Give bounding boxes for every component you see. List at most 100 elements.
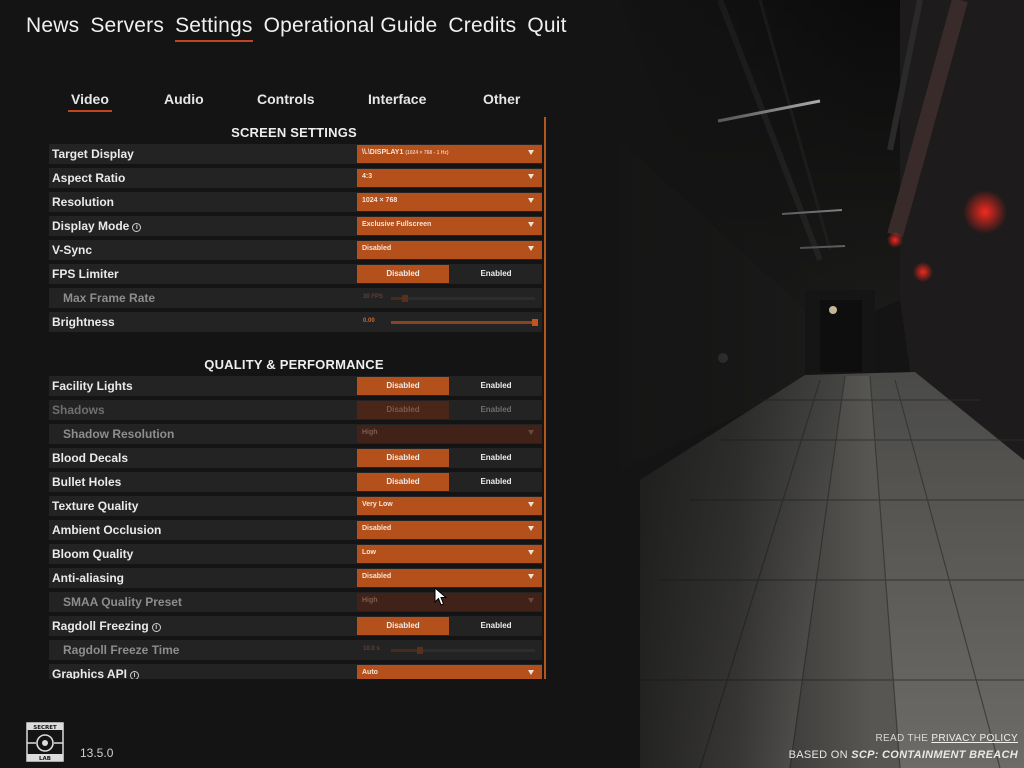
setting-label: Ragdoll Freeze Time — [63, 643, 180, 657]
slider-value: 0.00 — [363, 318, 375, 324]
nav-news[interactable]: News — [26, 14, 79, 41]
graphics-api-dropdown[interactable]: Auto — [357, 665, 542, 679]
option-enabled[interactable]: Enabled — [450, 473, 542, 491]
setting-label: Facility Lights — [52, 379, 133, 393]
tab-controls[interactable]: Controls — [257, 91, 315, 107]
dropdown-value: High — [362, 429, 378, 436]
version-label: 13.5.0 — [80, 746, 114, 760]
tab-other[interactable]: Other — [483, 91, 520, 107]
svg-text:LAB: LAB — [39, 756, 51, 762]
dropdown-value: Exclusive Fullscreen — [362, 221, 432, 228]
dropdown-value: 1024 × 768 — [362, 197, 398, 204]
nav-settings[interactable]: Settings — [175, 14, 254, 42]
nav-operational-guide[interactable]: Operational Guide — [264, 14, 438, 41]
chevron-down-icon — [528, 222, 534, 227]
settings-panel: Video Audio Controls Interface Other SCR… — [46, 85, 546, 679]
row-shadow-resolution: Shadow Resolution High — [49, 424, 542, 444]
chevron-down-icon — [528, 670, 534, 675]
dropdown-value: Disabled — [362, 245, 392, 252]
secret-lab-logo: SECRET LAB — [26, 722, 64, 762]
row-max-frame-rate: Max Frame Rate 30 FPS — [49, 288, 542, 308]
slider-handle[interactable] — [402, 295, 409, 302]
fps-limiter-toggle: Disabled Enabled — [357, 265, 542, 283]
shadows-toggle: Disabled Enabled — [357, 401, 542, 419]
slider-handle[interactable] — [416, 647, 423, 654]
dropdown-value: Auto — [362, 669, 378, 676]
setting-label: Bullet Holes — [52, 475, 122, 489]
display-mode-dropdown[interactable]: Exclusive Fullscreen — [357, 217, 542, 235]
chevron-down-icon — [528, 598, 534, 603]
svg-text:SECRET: SECRET — [33, 725, 57, 731]
setting-label: Resolution — [52, 195, 114, 209]
row-blood-decals: Blood Decals Disabled Enabled — [49, 448, 542, 468]
row-texture-quality: Texture Quality Very Low — [49, 496, 542, 516]
setting-label: Texture Quality — [52, 499, 139, 513]
slider-track — [391, 319, 538, 326]
anti-aliasing-dropdown[interactable]: Disabled — [357, 569, 542, 587]
chevron-down-icon — [528, 174, 534, 179]
option-enabled[interactable]: Enabled — [450, 617, 542, 635]
setting-label: Aspect Ratio — [52, 171, 126, 185]
tab-video[interactable]: Video — [68, 91, 112, 112]
privacy-policy-link[interactable]: PRIVACY POLICY — [931, 733, 1018, 744]
dropdown-value: Very Low — [362, 501, 393, 508]
bloom-quality-dropdown[interactable]: Low — [357, 545, 542, 563]
info-icon[interactable]: i — [132, 223, 142, 232]
section-screen-settings: SCREEN SETTINGS — [231, 125, 357, 140]
shadow-resolution-dropdown[interactable]: High — [357, 425, 542, 443]
dropdown-value: Low — [362, 549, 376, 556]
info-icon[interactable]: i — [129, 671, 139, 679]
nav-servers[interactable]: Servers — [90, 14, 164, 41]
option-enabled[interactable]: Enabled — [450, 265, 542, 283]
row-fps-limiter: FPS Limiter Disabled Enabled — [49, 264, 542, 284]
option-disabled[interactable]: Disabled — [357, 401, 449, 419]
option-disabled[interactable]: Disabled — [357, 265, 449, 283]
scrollbar[interactable] — [544, 117, 546, 679]
dropdown-value: High — [362, 597, 378, 604]
dropdown-value: Disabled — [362, 573, 392, 580]
slider-handle[interactable] — [532, 319, 538, 326]
privacy-notice: READ THE PRIVACY POLICY — [875, 733, 1018, 744]
tab-audio[interactable]: Audio — [164, 91, 204, 107]
setting-label: V-Sync — [52, 243, 93, 257]
option-enabled[interactable]: Enabled — [450, 449, 542, 467]
facility-lights-toggle: Disabled Enabled — [357, 377, 542, 395]
option-enabled[interactable]: Enabled — [450, 377, 542, 395]
row-brightness: Brightness 0.00 — [49, 312, 542, 332]
based-on-label: BASED ON SCP: CONTAINMENT BREACH — [789, 749, 1018, 761]
resolution-dropdown[interactable]: 1024 × 768 — [357, 193, 542, 211]
vsync-dropdown[interactable]: Disabled — [357, 241, 542, 259]
dropdown-value: 4:3 — [362, 173, 373, 180]
info-icon[interactable]: i — [151, 623, 161, 632]
option-disabled[interactable]: Disabled — [357, 449, 449, 467]
nav-credits[interactable]: Credits — [448, 14, 516, 41]
game-name: SCP: CONTAINMENT BREACH — [851, 749, 1018, 761]
row-anti-aliasing: Anti-aliasing Disabled — [49, 568, 542, 588]
setting-label: Brightness — [52, 315, 115, 329]
nav-quit[interactable]: Quit — [527, 14, 566, 41]
section-quality-performance: QUALITY & PERFORMANCE — [204, 357, 384, 372]
option-disabled[interactable]: Disabled — [357, 617, 449, 635]
row-smaa-quality-preset: SMAA Quality Preset High — [49, 592, 542, 612]
setting-label: Anti-aliasing — [52, 571, 125, 585]
brightness-slider[interactable]: 0.00 — [357, 313, 542, 331]
setting-label: Ragdoll Freezing i — [52, 619, 161, 633]
setting-label: Blood Decals — [52, 451, 129, 465]
texture-quality-dropdown[interactable]: Very Low — [357, 497, 542, 515]
aspect-ratio-dropdown[interactable]: 4:3 — [357, 169, 542, 187]
settings-tabs: Video Audio Controls Interface Other — [46, 91, 536, 115]
target-display-dropdown[interactable]: \\.\DISPLAY1 (1024 × 768 - 1 Hz) — [357, 145, 542, 163]
setting-label: Shadows — [52, 403, 105, 417]
option-enabled[interactable]: Enabled — [450, 401, 542, 419]
ragdoll-freeze-time-slider[interactable]: 10.0 s — [357, 641, 542, 659]
row-bloom-quality: Bloom Quality Low — [49, 544, 542, 564]
chevron-down-icon — [528, 502, 534, 507]
tab-interface[interactable]: Interface — [368, 91, 426, 107]
max-frame-rate-slider[interactable]: 30 FPS — [357, 289, 542, 307]
smaa-preset-dropdown[interactable]: High — [357, 593, 542, 611]
setting-label: FPS Limiter — [52, 267, 119, 281]
option-disabled[interactable]: Disabled — [357, 377, 449, 395]
option-disabled[interactable]: Disabled — [357, 473, 449, 491]
blood-decals-toggle: Disabled Enabled — [357, 449, 542, 467]
ambient-occlusion-dropdown[interactable]: Disabled — [357, 521, 542, 539]
